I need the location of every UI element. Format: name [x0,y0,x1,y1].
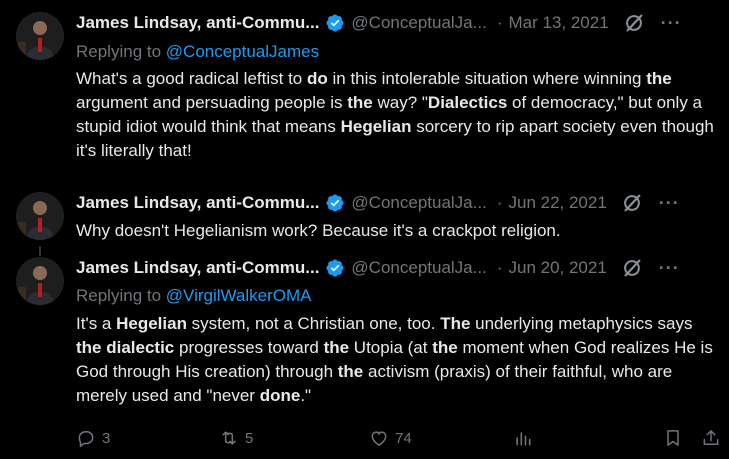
avatar[interactable] [16,257,64,305]
repost-icon [222,431,236,445]
bold-text: do [306,69,328,88]
avatar[interactable] [16,192,64,240]
text-segment: Why doesn't Hegelianism work? Because it… [76,221,561,240]
mention-link[interactable]: @ConceptualJames [166,42,319,61]
grok-icon[interactable] [621,257,643,279]
text-segment: What's a good radical leftist to [76,69,307,88]
tweet-text: What's a good radical leftist to do in t… [76,67,715,163]
bold-text: Hegelian [340,117,412,136]
repost-count: 5 [245,429,254,447]
repost-button[interactable]: 5 [219,428,253,448]
views-icon [516,432,531,446]
bold-text: the [337,362,364,381]
bold-text: the [347,93,373,112]
bookmark-icon [667,430,679,446]
tweet-3[interactable]: James Lindsay, anti-Commu... @Conceptual… [0,245,729,459]
verified-badge-icon [326,14,344,32]
share-button[interactable] [701,428,721,448]
verified-badge-icon [326,194,344,212]
share-icon [703,430,719,445]
replying-prefix: Replying to [76,286,166,305]
text-segment: underlying metaphysics says [470,314,693,333]
bold-text: the [323,338,350,357]
text-segment: Utopia (at [349,338,433,357]
more-icon[interactable]: ··· [659,258,680,279]
tweet-date[interactable]: Mar 13, 2021 [508,13,608,33]
author-handle[interactable]: @ConceptualJa... [351,258,486,278]
more-icon[interactable]: ··· [661,13,682,34]
author-name[interactable]: James Lindsay, anti-Commu... [76,193,319,213]
bold-text: Hegelian [116,314,187,333]
views-button[interactable] [513,428,533,448]
bold-text: the [432,338,458,357]
tweet-2[interactable]: James Lindsay, anti-Commu... @Conceptual… [0,180,729,250]
author-name[interactable]: James Lindsay, anti-Commu... [76,13,319,33]
bold-text: the [646,69,672,88]
tweet-text: It's a Hegelian system, not a Christian … [76,312,715,408]
verified-badge-icon [326,259,344,277]
action-bar: 3 5 74 [76,428,721,450]
more-icon[interactable]: ··· [659,193,680,214]
tweet-date[interactable]: Jun 22, 2021 [508,193,606,213]
avatar[interactable] [16,12,64,60]
like-icon [371,431,387,446]
separator-dot: · [496,13,503,32]
replying-to: Replying to @VirgilWalkerOMA [76,286,312,306]
text-segment: argument and persuading people is [76,93,348,112]
separator-dot: · [496,193,503,212]
bookmark-button[interactable] [663,428,683,448]
separator-dot: · [496,258,503,277]
text-segment: way? " [372,93,428,112]
reply-button[interactable]: 3 [76,428,110,448]
reply-icon [78,431,94,448]
text-segment: system, not a Christian one, too. [186,314,441,333]
bold-text: done [259,386,301,405]
grok-icon[interactable] [623,12,645,34]
bold-text: The [440,314,471,333]
tweet-date[interactable]: Jun 20, 2021 [508,258,606,278]
tweet-text: Why doesn't Hegelianism work? Because it… [76,219,715,243]
like-button[interactable]: 74 [369,428,412,448]
text-segment: progresses toward [174,338,324,357]
replying-prefix: Replying to [76,42,166,61]
replying-to: Replying to @ConceptualJames [76,42,319,62]
tweet-1[interactable]: James Lindsay, anti-Commu... @Conceptual… [0,0,729,180]
reply-count: 3 [102,429,111,447]
author-handle[interactable]: @ConceptualJa... [351,13,486,33]
bold-text: Dialectics [427,93,508,112]
author-handle[interactable]: @ConceptualJa... [351,193,486,213]
author-name[interactable]: James Lindsay, anti-Commu... [76,258,319,278]
grok-icon[interactable] [621,192,643,214]
bold-text: the dialectic [76,338,175,357]
mention-link[interactable]: @VirgilWalkerOMA [166,286,312,305]
like-count: 74 [395,429,412,447]
text-segment: in this intolerable situation where winn… [327,69,647,88]
text-segment: It's a [76,314,117,333]
text-segment: ." [300,386,312,405]
